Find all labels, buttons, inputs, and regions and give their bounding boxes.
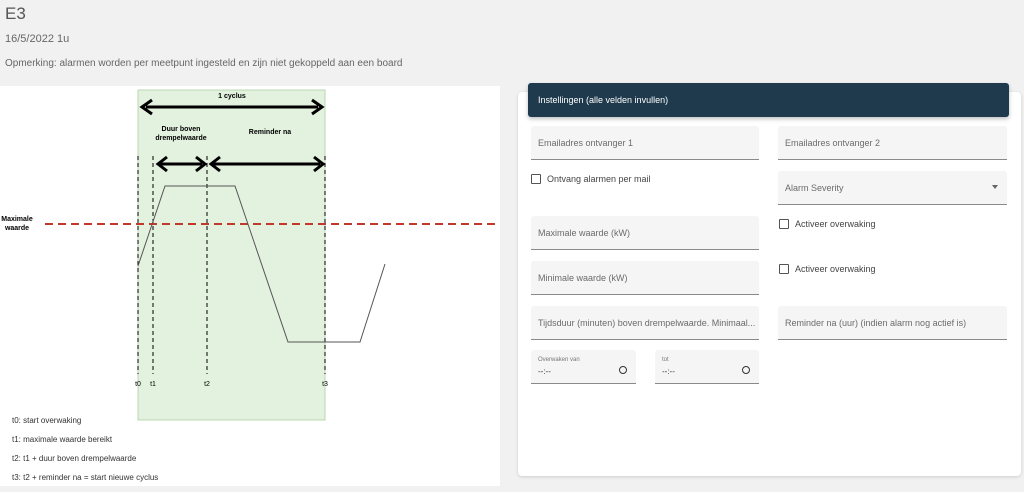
checkbox-box[interactable]	[779, 264, 789, 274]
clock-icon[interactable]	[619, 366, 627, 374]
watch-from-time[interactable]: Overwaken van --:--	[531, 350, 636, 384]
max-label-2: waarde	[4, 225, 29, 232]
t1-label: t1	[150, 381, 156, 388]
chevron-down-icon[interactable]	[992, 185, 998, 189]
reminder-placeholder: Reminder na (uur) (indien alarm nog acti…	[785, 318, 967, 328]
activate-min-checkbox[interactable]: Activeer overwaking	[779, 264, 876, 274]
alarm-cycle-diagram: 1 cyclus Duur boven drempelwaarde Remind…	[0, 86, 500, 486]
checkbox-box[interactable]	[531, 174, 541, 184]
activate-max-label: Activeer overwaking	[795, 219, 876, 229]
diagram-svg: 1 cyclus Duur boven drempelwaarde Remind…	[1, 89, 498, 421]
reminder-label: Reminder na	[249, 129, 292, 136]
reminder-field[interactable]: Reminder na (uur) (indien alarm nog acti…	[778, 306, 1007, 340]
activate-min-label: Activeer overwaking	[795, 264, 876, 274]
watch-from-label: Overwaken van	[538, 357, 580, 363]
email1-field[interactable]: Emailadres ontvanger 1	[531, 126, 759, 160]
page-date: 16/5/2022 1u	[5, 33, 70, 45]
legend-item: t2: t1 + duur boven drempelwaarde	[12, 454, 137, 463]
email1-placeholder: Emailadres ontvanger 1	[538, 138, 634, 148]
duration-placeholder: Tijdsduur (minuten) boven drempelwaarde.…	[538, 318, 756, 328]
activate-max-checkbox[interactable]: Activeer overwaking	[779, 219, 876, 229]
legend-item: t0: start overwaking	[12, 416, 82, 425]
cycle-label: 1 cyclus	[218, 93, 246, 100]
watch-to-value: --:--	[662, 367, 675, 376]
watch-to-label: tot	[662, 357, 669, 363]
receive-alarms-label: Ontvang alarmen per mail	[547, 174, 651, 184]
settings-header: Instellingen (alle velden invullen)	[528, 83, 1009, 117]
min-value-placeholder: Minimale waarde (kW)	[538, 273, 628, 283]
t2-label: t2	[204, 381, 210, 388]
receive-alarms-checkbox[interactable]: Ontvang alarmen per mail	[531, 174, 651, 184]
t0-label: t0	[135, 381, 141, 388]
email2-field[interactable]: Emailadres ontvanger 2	[778, 126, 1007, 160]
alarm-severity-select[interactable]: Alarm Severity	[778, 171, 1007, 205]
legend-item: t3: t2 + reminder na = start nieuwe cycl…	[12, 473, 159, 482]
max-value-placeholder: Maximale waarde (kW)	[538, 228, 631, 238]
watch-from-value: --:--	[538, 367, 551, 376]
legend-item: t1: maximale waarde bereikt	[12, 435, 113, 444]
clock-icon[interactable]	[742, 366, 750, 374]
page-remark: Opmerking: alarmen worden per meetpunt i…	[5, 58, 403, 69]
min-value-field[interactable]: Minimale waarde (kW)	[531, 261, 759, 295]
max-label: Maximale	[1, 216, 33, 223]
email2-placeholder: Emailadres ontvanger 2	[785, 138, 881, 148]
severity-placeholder: Alarm Severity	[785, 183, 844, 193]
duration-field[interactable]: Tijdsduur (minuten) boven drempelwaarde.…	[531, 306, 759, 340]
duration-label-2: drempelwaarde	[155, 135, 206, 142]
max-value-field[interactable]: Maximale waarde (kW)	[531, 216, 759, 250]
duration-label: Duur boven	[162, 126, 201, 133]
t3-label: t3	[322, 381, 328, 388]
page-title: E3	[5, 4, 26, 23]
checkbox-box[interactable]	[779, 219, 789, 229]
watch-to-time[interactable]: tot --:--	[655, 350, 759, 384]
